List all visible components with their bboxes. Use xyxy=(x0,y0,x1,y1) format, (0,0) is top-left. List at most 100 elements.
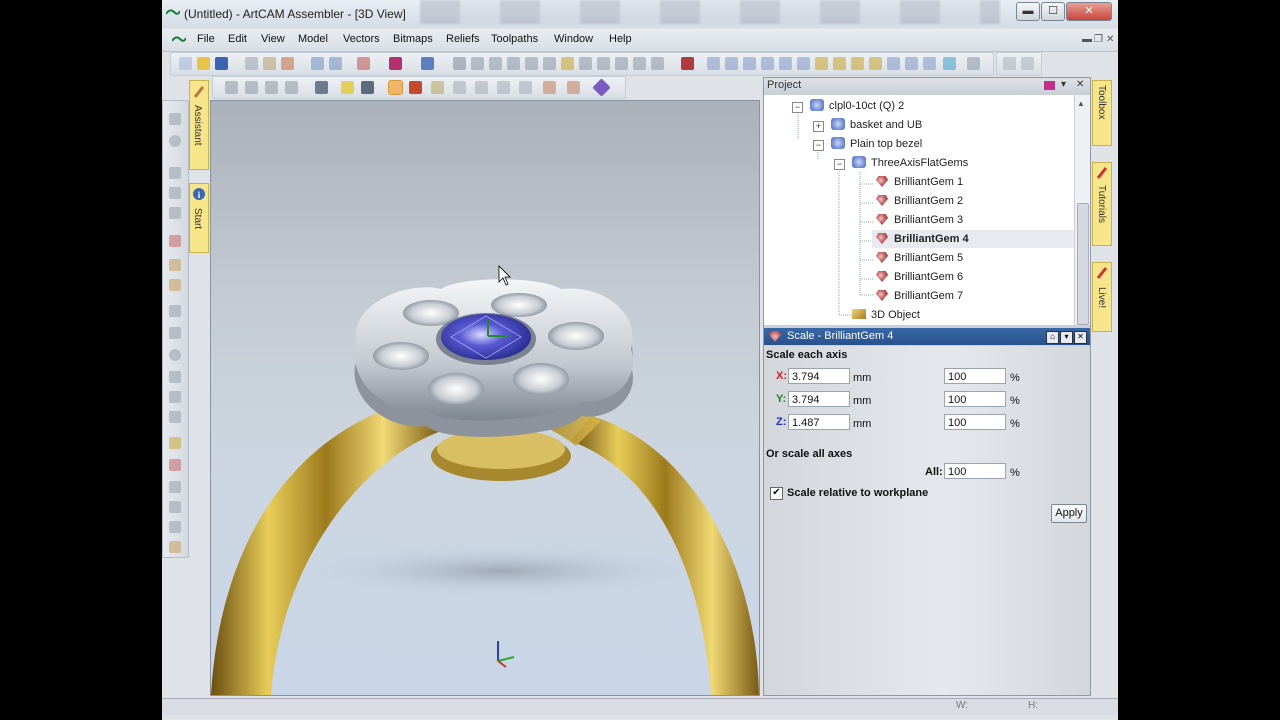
project-pin-icon[interactable]: ▾ xyxy=(1061,79,1066,90)
tool-f-icon[interactable] xyxy=(561,57,574,70)
tree-node-plain-top-bezel[interactable]: Plain top bezel xyxy=(831,135,922,153)
3d-view[interactable] xyxy=(210,100,760,696)
tool-k-icon[interactable] xyxy=(651,57,664,70)
menu-edit[interactable]: Edit xyxy=(228,33,247,45)
arc-icon[interactable] xyxy=(169,391,181,403)
copy-icon[interactable] xyxy=(263,57,276,70)
tree-expander-bezel[interactable]: − xyxy=(813,140,824,151)
tool-n-icon[interactable] xyxy=(725,57,738,70)
tool-w-icon[interactable] xyxy=(887,57,900,70)
select-box-icon[interactable] xyxy=(453,57,466,70)
tool-l-icon[interactable] xyxy=(681,57,694,70)
tree-node-brilliantgem-7[interactable]: BrilliantGem 7 xyxy=(876,287,963,305)
all-percent-input[interactable]: 100 xyxy=(944,463,1006,479)
tree-expander-gems[interactable]: − xyxy=(834,159,845,170)
scale-relative-checkbox[interactable]: ✔ xyxy=(770,487,783,500)
tool-y-icon[interactable] xyxy=(923,57,936,70)
open-icon[interactable] xyxy=(197,57,210,70)
tab-live[interactable]: Live! xyxy=(1092,262,1112,332)
scroll-thumb[interactable] xyxy=(1077,203,1089,325)
polygon-icon[interactable] xyxy=(169,371,181,383)
x-percent-input[interactable]: 100 xyxy=(944,368,1006,384)
shade-mode-icon[interactable] xyxy=(388,80,403,95)
tool-view-g-icon[interactable] xyxy=(567,81,580,94)
new-icon[interactable] xyxy=(179,57,192,70)
child-close-button[interactable]: ✕ xyxy=(1106,34,1114,45)
artcam-menu-logo-icon[interactable] xyxy=(172,35,186,45)
tree-node-threeaxisflatgems[interactable]: ThreeAxisFlatGems xyxy=(852,154,968,172)
hammer-icon[interactable] xyxy=(169,541,181,553)
tool-view-c-icon[interactable] xyxy=(475,81,488,94)
view-front-icon[interactable] xyxy=(245,81,258,94)
tool-view-d-icon[interactable] xyxy=(497,81,510,94)
tool-v-icon[interactable] xyxy=(869,57,882,70)
cut-icon[interactable] xyxy=(245,57,258,70)
text-icon[interactable] xyxy=(169,411,181,423)
node-edit-icon[interactable] xyxy=(169,187,181,199)
tool-a-icon[interactable] xyxy=(471,57,484,70)
tree-node-brilliantgem-6[interactable]: BrilliantGem 6 xyxy=(876,268,963,286)
menu-reliefs[interactable]: Reliefs xyxy=(446,33,480,45)
tool-s-icon[interactable] xyxy=(815,57,828,70)
eraser-icon[interactable] xyxy=(389,57,402,70)
tab-tutorials[interactable]: Tutorials xyxy=(1092,162,1112,246)
tool-j-icon[interactable] xyxy=(633,57,646,70)
left-tool-2-icon[interactable] xyxy=(169,135,181,147)
tab-assistant[interactable]: Assistant xyxy=(189,80,209,170)
left-tool-1-icon[interactable] xyxy=(169,113,181,125)
tool-g-icon[interactable] xyxy=(579,57,592,70)
tool-m-icon[interactable] xyxy=(707,57,720,70)
tree-expander-basket[interactable]: + xyxy=(813,121,824,132)
menu-view[interactable]: View xyxy=(261,33,285,45)
view-iso-icon[interactable] xyxy=(225,81,238,94)
tool-e-icon[interactable] xyxy=(543,57,556,70)
axis-tool-icon[interactable] xyxy=(409,81,422,94)
menu-file[interactable]: File xyxy=(197,33,215,45)
tool-aa-icon[interactable] xyxy=(967,57,980,70)
tree-node-brilliantgem-1[interactable]: BrilliantGem 1 xyxy=(876,173,963,191)
menu-model[interactable]: Model xyxy=(298,33,328,45)
tool-r-icon[interactable] xyxy=(797,57,810,70)
tab-toolbox[interactable]: Toolbox xyxy=(1092,80,1112,146)
redo-icon[interactable] xyxy=(329,57,342,70)
circle-icon[interactable] xyxy=(169,349,181,361)
tree-node-brilliantgem-4[interactable]: BrilliantGem 4 xyxy=(872,230,1074,248)
scale-close-icon[interactable]: ✕ xyxy=(1074,331,1087,344)
tool-q-icon[interactable] xyxy=(779,57,792,70)
scale-home-icon[interactable]: ⌂ xyxy=(1046,331,1059,344)
scroll-up-icon[interactable]: ▲ xyxy=(1077,99,1085,108)
view-side-icon[interactable] xyxy=(265,81,278,94)
brush-icon[interactable] xyxy=(169,259,181,271)
scale-dropdown-icon[interactable]: ▾ xyxy=(1060,331,1073,344)
transform-icon[interactable] xyxy=(169,207,181,219)
tool-view-h-icon[interactable] xyxy=(592,78,611,97)
tool-p-icon[interactable] xyxy=(761,57,774,70)
project-scrollbar[interactable]: ▲ xyxy=(1074,95,1090,325)
maximize-button[interactable]: ☐ xyxy=(1041,2,1065,21)
tool-t-icon[interactable] xyxy=(833,57,846,70)
undo-icon[interactable] xyxy=(311,57,324,70)
knife-icon[interactable] xyxy=(169,481,181,493)
tree-node-brilliantgem-3[interactable]: BrilliantGem 3 xyxy=(876,211,963,229)
z-percent-input[interactable]: 100 xyxy=(944,414,1006,430)
child-restore-button[interactable]: ❐ xyxy=(1094,34,1103,45)
menu-toolpaths[interactable]: Toolpaths xyxy=(491,33,538,45)
tree-node-3d-object[interactable]: 3D Object xyxy=(852,306,920,324)
tool-z-icon[interactable] xyxy=(943,57,956,70)
save-icon[interactable] xyxy=(215,57,228,70)
menu-help[interactable]: Help xyxy=(609,33,632,45)
z-size-input[interactable]: 1.487 xyxy=(788,414,850,430)
project-close-icon[interactable]: ✕ xyxy=(1076,79,1084,90)
select-arrow-icon[interactable] xyxy=(169,167,181,179)
tool-i-icon[interactable] xyxy=(615,57,628,70)
panel-a-icon[interactable] xyxy=(1003,57,1016,70)
apply-button[interactable]: Apply xyxy=(1051,504,1087,523)
tab-start[interactable]: i Start xyxy=(189,183,209,253)
tool-view-b-icon[interactable] xyxy=(453,81,466,94)
tool-u-icon[interactable] xyxy=(851,57,864,70)
rectangle-icon[interactable] xyxy=(169,327,181,339)
tree-node-basket-and-ub[interactable]: basket and UB xyxy=(831,116,922,134)
view-top-icon[interactable] xyxy=(285,81,298,94)
lens-icon[interactable] xyxy=(361,81,374,94)
assemble-icon[interactable] xyxy=(421,57,434,70)
